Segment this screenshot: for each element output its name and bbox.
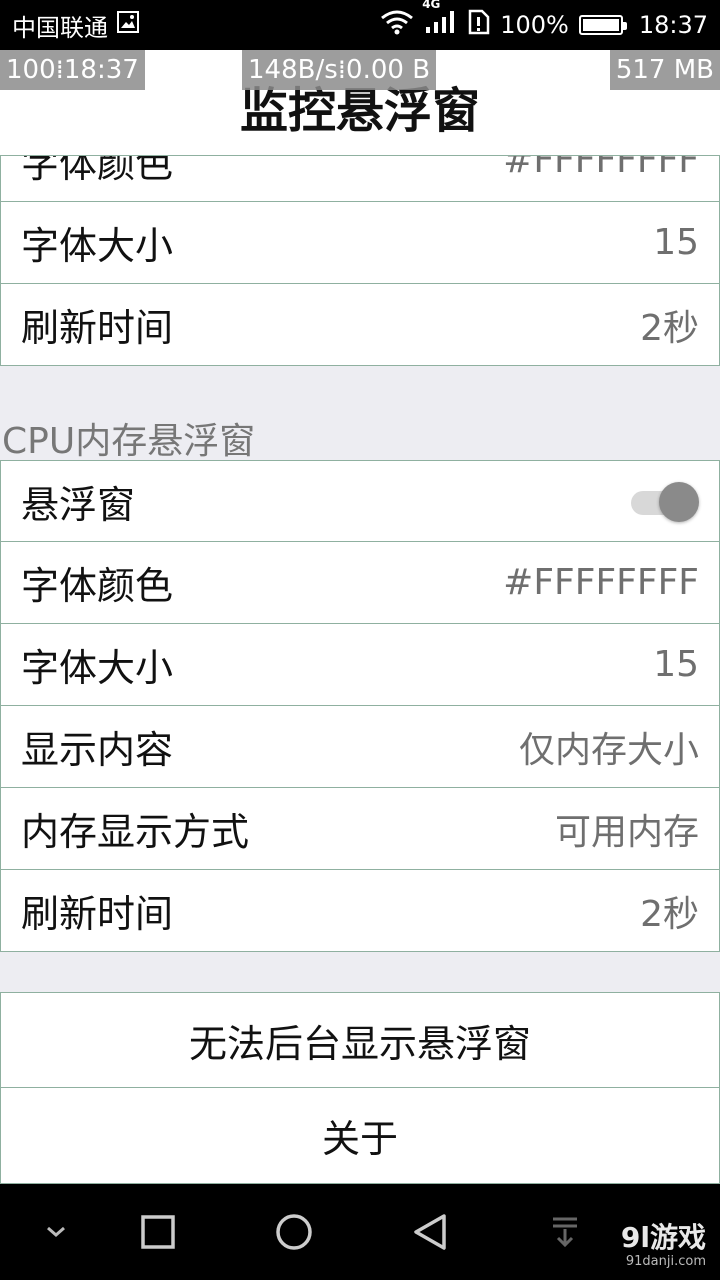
button-label: 关于 [321,1117,398,1161]
pull-down-icon [553,1217,577,1248]
overlay-right-text: 517 MB [615,55,714,85]
status-bar: 中国联通 4G 100% 18:37 [0,0,720,50]
about-button[interactable]: 关于 [0,1088,720,1184]
row-display-content[interactable]: 显示内容 仅内存大小 [0,706,720,788]
nav-recents-button[interactable] [130,1184,186,1280]
carrier-group: 中国联通 [12,8,140,43]
status-time: 18:37 [638,11,708,39]
overlay-memory[interactable]: 517 MB [609,50,720,90]
row-refresh-time-top[interactable]: 刷新时间 2秒 [0,284,720,366]
circle-home-icon [276,1214,312,1250]
watermark-logo: 9l游戏 91danji.com [620,1221,706,1269]
watermark-site: 91danji.com [625,1254,706,1269]
row-label: 字体颜色 [21,564,174,608]
row-font-color-top[interactable]: 字体颜色 #FFFFFFFF [0,156,720,202]
row-label: 刷新时间 [21,306,174,350]
button-label: 无法后台显示悬浮窗 [188,1021,531,1066]
overlay-left-text: 100⁞18:37 [6,55,139,85]
background-display-issue-button[interactable]: 无法后台显示悬浮窗 [0,992,720,1088]
row-refresh-time[interactable]: 刷新时间 2秒 [0,870,720,952]
sim-alert-icon [466,9,490,41]
nav-hide-button[interactable] [36,1184,76,1280]
row-memory-display-mode[interactable]: 内存显示方式 可用内存 [0,788,720,870]
row-label: 内存显示方式 [21,810,250,854]
nav-home-button[interactable] [266,1184,322,1280]
chevron-down-icon [47,1226,65,1237]
row-label: 字体大小 [21,646,174,690]
watermark-brand: 9l游戏 [620,1221,706,1254]
triangle-back-icon [414,1214,446,1250]
row-value: 15 [653,222,699,263]
row-label: 悬浮窗 [21,482,136,527]
row-font-size-top[interactable]: 字体大小 15 [0,202,720,284]
row-floating-window-toggle[interactable]: 悬浮窗 [0,460,720,542]
settings-list[interactable]: 字体颜色 #FFFFFFFF 字体大小 15 刷新时间 2秒 CPU内存悬浮窗 … [0,156,720,1184]
row-label: 字体大小 [21,224,174,268]
overlay-cpu-time[interactable]: 100⁞18:37 [0,50,145,90]
nav-notification-pulldown-button[interactable] [540,1184,590,1280]
row-value: 15 [653,644,699,685]
overlay-network-speed[interactable]: 148B/s⁞0.00 B [242,50,437,90]
network-type-label: 4G [422,0,441,11]
overlay-middle-text: 148B/s⁞0.00 B [248,55,431,85]
row-value: 可用内存 [554,811,699,853]
navigation-bar [0,1184,720,1280]
row-font-color[interactable]: 字体颜色 #FFFFFFFF [0,542,720,624]
floating-window-toggle[interactable] [629,481,699,522]
battery-percent: 100% [500,11,569,39]
row-font-size[interactable]: 字体大小 15 [0,624,720,706]
square-recents-icon [141,1215,175,1249]
row-value: #FFFFFFFF [503,156,699,181]
section-title-cpu-memory: CPU内存悬浮窗 [2,421,256,462]
row-value: #FFFFFFFF [503,562,699,603]
image-notification-icon [116,10,140,40]
status-right: 4G 100% 18:37 [380,0,708,41]
row-value: 仅内存大小 [518,729,699,771]
row-value: 2秒 [640,307,699,349]
row-value: 2秒 [640,893,699,935]
signal-4g-icon: 4G [422,0,456,41]
screen: 中国联通 4G 100% 18:37 监控悬浮窗 100⁞18:37 148B/… [0,0,720,1280]
row-label: 字体颜色 [21,156,174,186]
toggle-knob [659,482,699,522]
wifi-icon [380,9,414,41]
row-label: 显示内容 [21,728,174,772]
nav-back-button[interactable] [402,1184,458,1280]
row-label: 刷新时间 [21,892,174,936]
battery-icon [578,15,627,35]
carrier-name: 中国联通 [12,13,108,42]
